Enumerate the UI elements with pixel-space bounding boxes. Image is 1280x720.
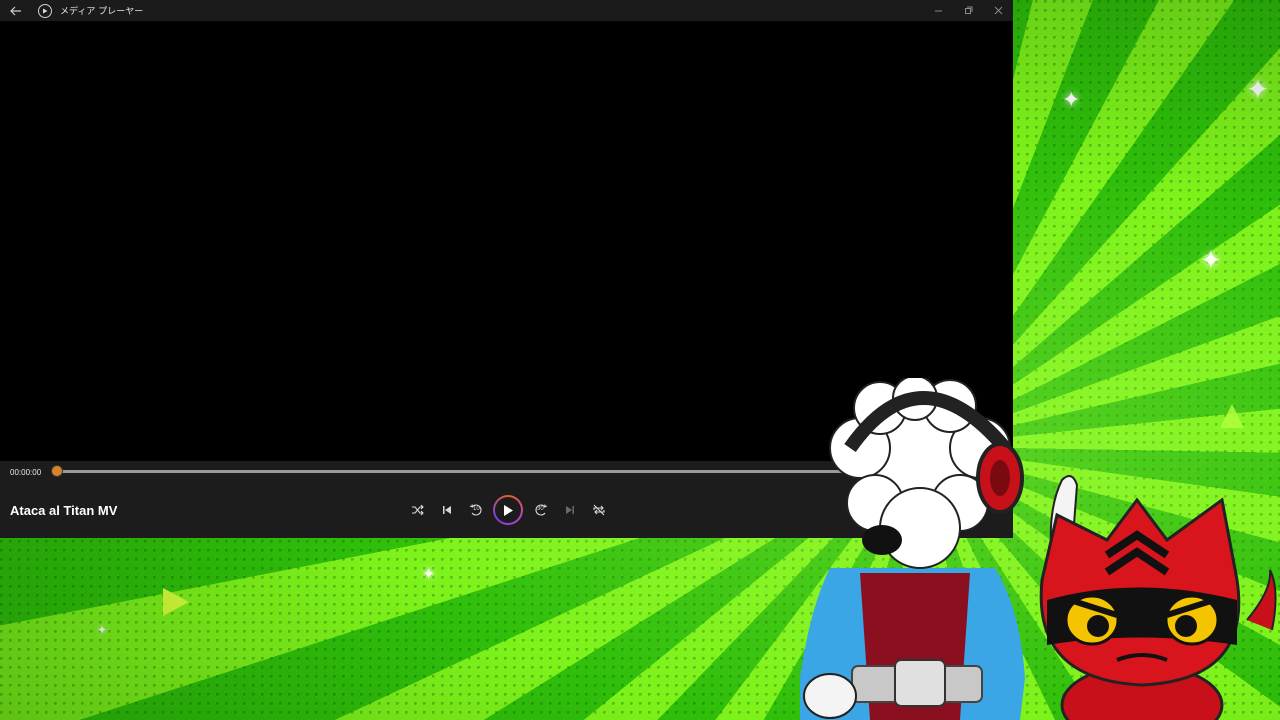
rewind-10-icon[interactable]: 10 xyxy=(461,495,490,525)
media-title: Ataca al Titan MV xyxy=(10,503,118,518)
sparkle-decoration: ✦ xyxy=(1246,73,1270,106)
forward-seconds-label: 30 xyxy=(537,506,544,512)
sparkle-decoration: ✦ xyxy=(1062,88,1081,113)
current-time: 00:00:00 xyxy=(10,468,42,477)
next-track-icon[interactable] xyxy=(555,495,584,525)
minimize-icon[interactable] xyxy=(923,0,953,21)
dog-mascot-illustration xyxy=(800,378,1025,720)
triangle-decoration xyxy=(163,588,189,616)
shuffle-icon[interactable] xyxy=(403,495,432,525)
caption-buttons xyxy=(923,0,1013,21)
triangle-decoration xyxy=(1220,404,1244,428)
close-icon[interactable] xyxy=(983,0,1013,21)
red-demon-mascot-illustration xyxy=(1039,475,1277,720)
title-bar: メディア プレーヤー xyxy=(0,0,1013,21)
sparkle-decoration: ✦ xyxy=(1200,246,1222,276)
media-player-icon xyxy=(38,3,52,18)
rewind-seconds-label: 10 xyxy=(473,506,480,512)
forward-30-icon[interactable]: 30 xyxy=(526,495,555,525)
seek-thumb[interactable] xyxy=(52,466,62,476)
window-title: メディア プレーヤー xyxy=(60,7,144,17)
play-icon xyxy=(495,497,521,523)
desktop-background: ✦ ✦ ✦ ✦ ✦ メディア プレーヤー 00:00:00 Ataca al T… xyxy=(0,0,1280,720)
sparkle-decoration: ✦ xyxy=(97,623,108,637)
play-button[interactable] xyxy=(493,495,523,525)
maximize-icon[interactable] xyxy=(953,0,983,21)
back-arrow-icon[interactable] xyxy=(0,0,32,21)
repeat-off-icon[interactable] xyxy=(584,495,613,525)
sparkle-decoration: ✦ xyxy=(422,564,436,583)
transport-controls: 10 30 xyxy=(403,495,613,525)
previous-track-icon[interactable] xyxy=(432,495,461,525)
